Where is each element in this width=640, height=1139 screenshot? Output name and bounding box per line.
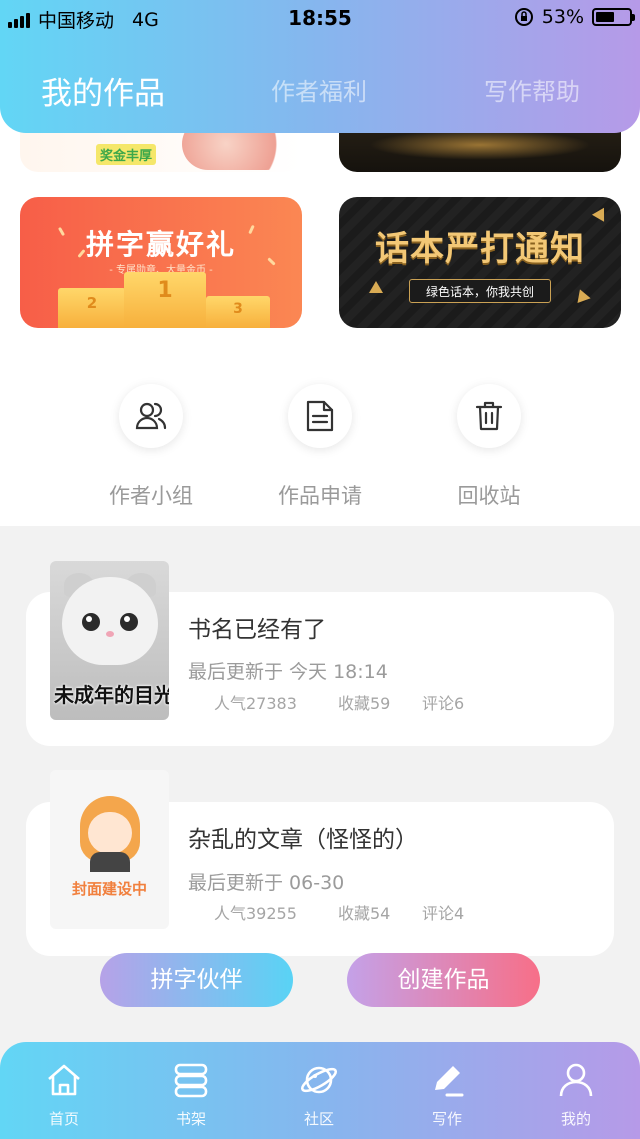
work-favorites: 收藏59 xyxy=(338,694,391,713)
battery-percent: 53% xyxy=(541,6,584,28)
profile-icon xyxy=(559,1063,593,1097)
podium-third: 3 xyxy=(206,296,270,328)
banner-stage-light xyxy=(369,130,591,160)
cover-placeholder-label: 封面建设中 xyxy=(71,880,147,898)
work-title[interactable]: 杂乱的文章（怪怪的） xyxy=(188,820,418,854)
action-recycle-bin[interactable]: 回收站 xyxy=(424,384,554,510)
action-recycle-bin-label: 回收站 xyxy=(457,484,521,508)
nav-community-label: 社区 xyxy=(303,1110,334,1128)
work-title[interactable]: 书名已经有了 xyxy=(188,610,326,644)
rotation-lock-icon xyxy=(514,8,533,26)
nav-bookshelf-label: 书架 xyxy=(175,1110,206,1128)
nav-profile-label: 我的 xyxy=(560,1110,591,1128)
battery-icon xyxy=(592,8,635,26)
podium-second: 2 xyxy=(58,288,126,328)
bottom-nav: 首页 书架 社区 写作 我的 xyxy=(0,1042,640,1139)
document-icon xyxy=(288,384,352,448)
banner-notice[interactable]: 话本严打通知 绿色话本，你我共创 xyxy=(339,197,621,328)
banner-reward-label: 奖金丰厚 xyxy=(96,144,157,165)
banner-notice-title: 话本严打通知 xyxy=(375,229,585,269)
pen-icon xyxy=(435,1066,464,1097)
nav-bookshelf[interactable]: 书架 xyxy=(151,1060,231,1129)
nav-community[interactable]: 社区 xyxy=(279,1060,359,1129)
action-work-apply-label: 作品申请 xyxy=(278,484,362,508)
planet-icon xyxy=(300,1066,338,1094)
work-updated: 最后更新于 06-30 xyxy=(188,872,345,894)
nav-write-label: 写作 xyxy=(431,1110,462,1128)
people-icon xyxy=(119,384,183,448)
quick-actions: 作者小组 作品申请 回收站 xyxy=(0,328,640,526)
nav-home-label: 首页 xyxy=(48,1110,79,1128)
banner-pinzi-title: 拼字赢好礼 xyxy=(85,228,236,261)
bookshelf-icon xyxy=(174,1063,208,1098)
pinzi-partner-button[interactable]: 拼字伙伴 xyxy=(100,953,293,1007)
work-popularity: 人气27383 xyxy=(214,694,297,713)
app-header: 中国移动 4G 18:55 53% 我的作品 作者福利 写作帮助 xyxy=(0,0,640,133)
banner-grid: 奖金丰厚 拼字赢好礼 - 专属勋章、大量金币 - 2 1 3 话本严打通知 绿色… xyxy=(0,100,640,328)
work-popularity: 人气39255 xyxy=(214,904,297,923)
tab-my-works[interactable]: 我的作品 xyxy=(41,68,165,113)
nav-profile[interactable]: 我的 xyxy=(536,1060,616,1129)
status-bar: 中国移动 4G 18:55 53% xyxy=(0,0,640,36)
create-work-button[interactable]: 创建作品 xyxy=(347,953,540,1007)
banner-pinzi[interactable]: 拼字赢好礼 - 专属勋章、大量金币 - 2 1 3 xyxy=(20,197,302,328)
nav-write[interactable]: 写作 xyxy=(407,1060,487,1129)
tab-bar: 我的作品 作者福利 写作帮助 xyxy=(0,72,640,120)
cover-caption: 未成年的目光 xyxy=(54,683,169,707)
work-comments: 评论6 xyxy=(422,694,465,713)
action-author-group-label: 作者小组 xyxy=(109,484,193,508)
tab-writing-help[interactable]: 写作帮助 xyxy=(484,72,580,107)
action-author-group[interactable]: 作者小组 xyxy=(86,384,216,510)
podium-first: 1 xyxy=(124,272,206,328)
work-updated: 最后更新于 今天 18:14 xyxy=(188,661,388,683)
nav-home[interactable]: 首页 xyxy=(24,1060,104,1129)
work-favorites: 收藏54 xyxy=(338,904,391,923)
tab-author-benefits[interactable]: 作者福利 xyxy=(271,72,367,107)
work-comments: 评论4 xyxy=(422,904,465,923)
action-work-apply[interactable]: 作品申请 xyxy=(255,384,385,510)
cover-cat-image xyxy=(62,577,158,665)
home-icon xyxy=(48,1064,80,1096)
work-cover[interactable]: 封面建设中 xyxy=(50,770,169,929)
work-cover[interactable]: 未成年的目光 xyxy=(50,561,169,720)
banner-notice-subtitle: 绿色话本，你我共创 xyxy=(409,279,551,303)
trash-icon xyxy=(457,384,521,448)
